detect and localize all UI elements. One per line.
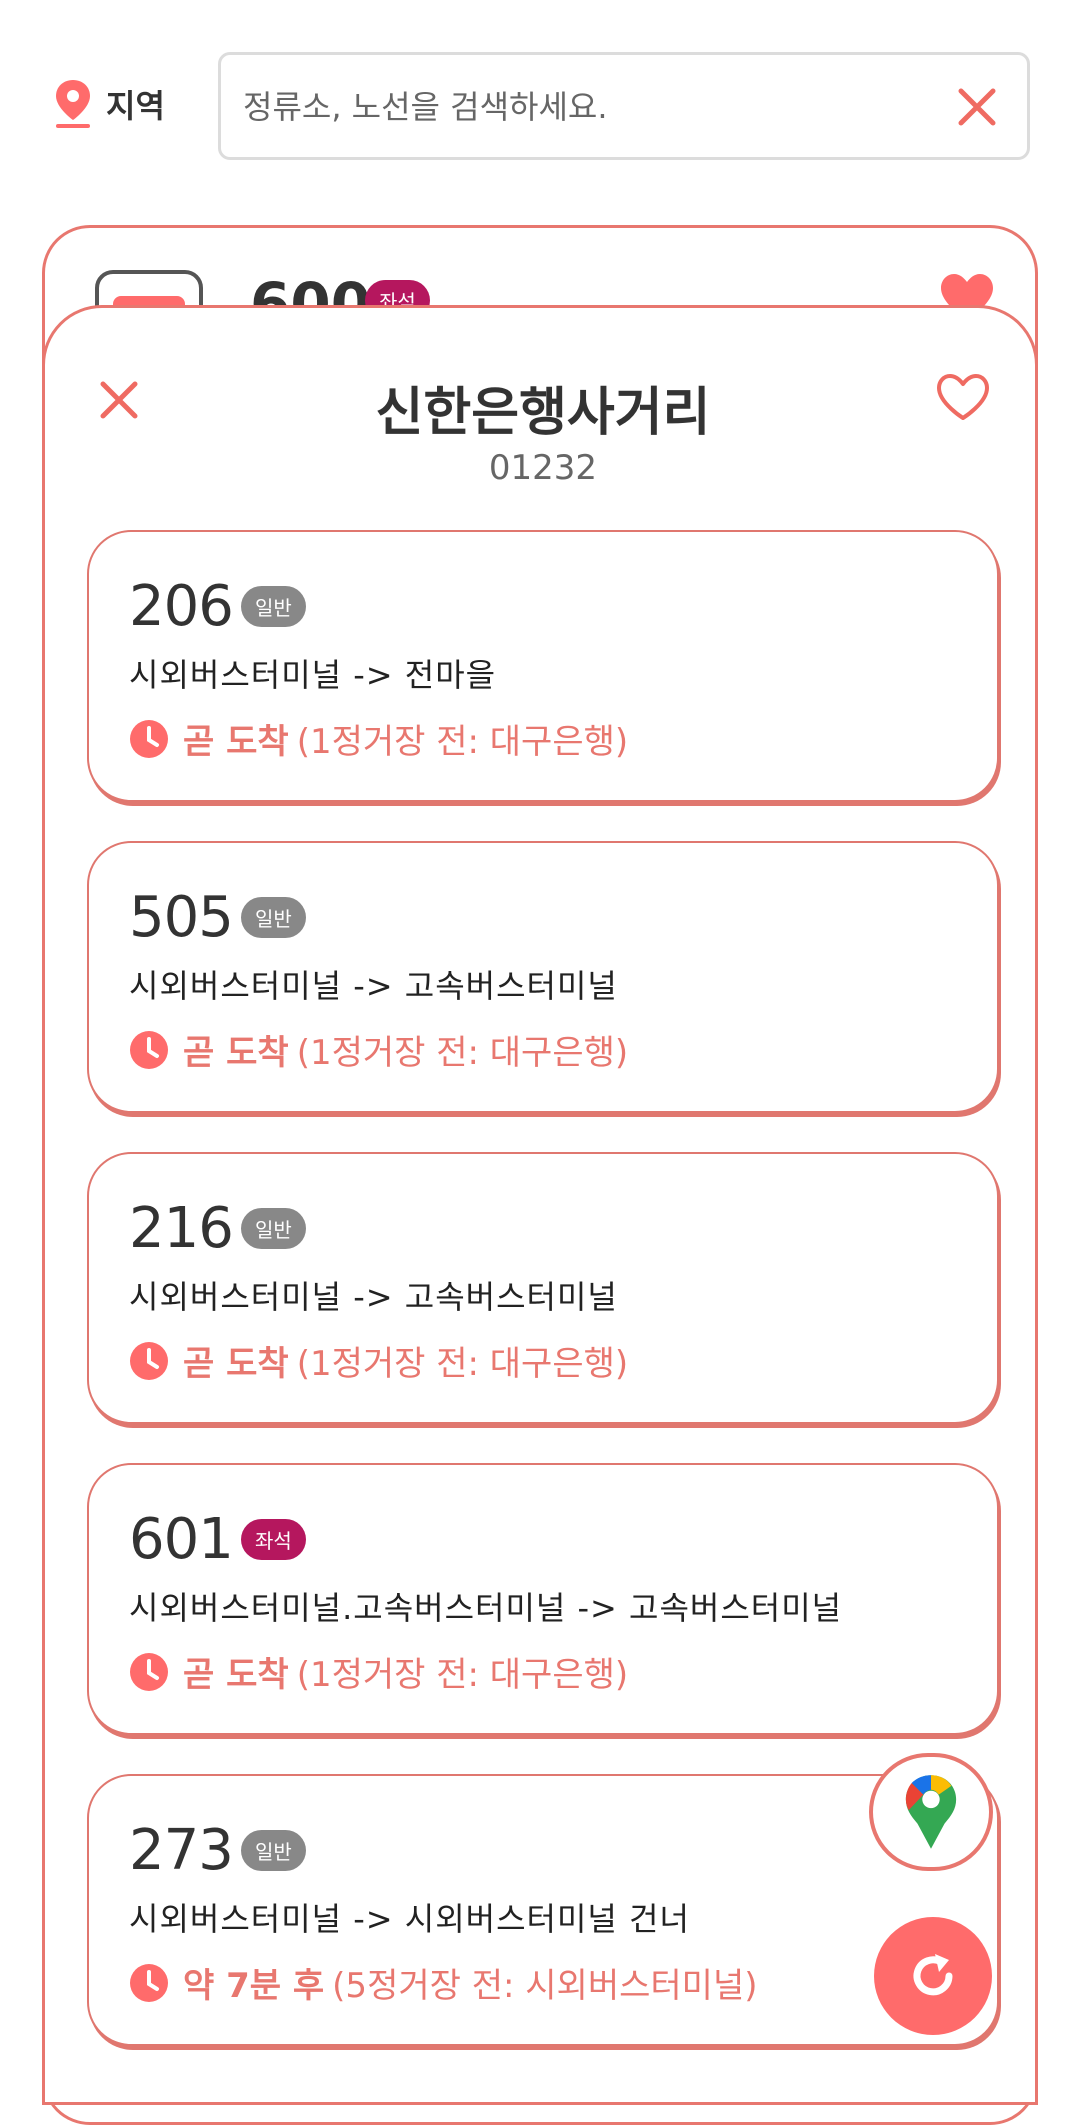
arrival-detail: (1정거장 전: 대구은행) xyxy=(296,722,629,762)
search-input[interactable] xyxy=(243,79,923,135)
arrival-time: 곧 도착 xyxy=(183,1655,289,1695)
arrival-detail: (1정거장 전: 대구은행) xyxy=(296,1655,629,1695)
route-direction: 시외버스터미널 -> 시외버스터미널 건너 xyxy=(129,1900,690,1938)
arrival-time: 곧 도착 xyxy=(183,1033,289,1073)
heart-icon[interactable] xyxy=(935,372,991,422)
arrival-info: 곧 도착 (1정거장 전: 대구은행) xyxy=(129,1025,628,1074)
google-maps-icon xyxy=(905,1775,957,1849)
bus-arrival-card[interactable]: 505 일반 시외버스터미널 -> 고속버스터미널 곧 도착 (1정거장 전: … xyxy=(87,841,999,1113)
route-type-badge: 좌석 xyxy=(241,1519,306,1560)
bus-arrival-card[interactable]: 216 일반 시외버스터미널 -> 고속버스터미널 곧 도착 (1정거장 전: … xyxy=(87,1152,999,1424)
arrival-time: 약 7분 후 xyxy=(183,1966,325,2006)
close-icon[interactable] xyxy=(955,85,999,129)
route-number: 273 xyxy=(129,1818,234,1883)
google-maps-button[interactable] xyxy=(869,1753,993,1871)
arrival-time: 곧 도착 xyxy=(183,1344,289,1384)
route-number: 505 xyxy=(129,885,234,950)
bus-arrival-card[interactable]: 206 일반 시외버스터미널 -> 전마을 곧 도착 (1정거장 전: 대구은행… xyxy=(87,530,999,802)
arrival-info: 곧 도착 (1정거장 전: 대구은행) xyxy=(129,714,628,763)
route-number: 601 xyxy=(129,1507,234,1572)
route-number: 216 xyxy=(129,1196,234,1261)
clock-icon xyxy=(130,1341,168,1380)
stop-id: 01232 xyxy=(488,448,598,488)
clock-icon xyxy=(130,719,168,758)
arrival-info: 곧 도착 (1정거장 전: 대구은행) xyxy=(129,1336,628,1385)
bus-arrival-card[interactable]: 273 일반 시외버스터미널 -> 시외버스터미널 건너 약 7분 후 (5정거… xyxy=(87,1774,999,2046)
arrival-info: 곧 도착 (1정거장 전: 대구은행) xyxy=(129,1647,628,1696)
region-label: 지역 xyxy=(106,87,165,125)
route-type-badge: 일반 xyxy=(241,897,306,938)
route-number: 206 xyxy=(129,574,234,639)
refresh-icon xyxy=(913,1954,953,1996)
route-direction: 시외버스터미널.고속버스터미널 -> 고속버스터미널 xyxy=(129,1589,843,1627)
route-direction: 시외버스터미널 -> 고속버스터미널 xyxy=(129,1278,618,1316)
arrival-info: 약 7분 후 (5정거장 전: 시외버스터미널) xyxy=(129,1958,757,2007)
search-box[interactable] xyxy=(218,52,1030,160)
route-type-badge: 일반 xyxy=(241,1830,306,1871)
arrival-time: 곧 도착 xyxy=(183,722,289,762)
route-type-badge: 일반 xyxy=(241,586,306,627)
route-direction: 시외버스터미널 -> 고속버스터미널 xyxy=(129,967,618,1005)
arrival-detail: (5정거장 전: 시외버스터미널) xyxy=(332,1966,758,2006)
top-bar: 지역 xyxy=(0,0,1080,170)
arrival-detail: (1정거장 전: 대구은행) xyxy=(296,1344,629,1384)
location-pin-icon xyxy=(56,80,90,128)
route-type-badge: 일반 xyxy=(241,1208,306,1249)
clock-icon xyxy=(130,1030,168,1069)
clock-icon xyxy=(130,1652,168,1691)
bus-arrival-card[interactable]: 601 좌석 시외버스터미널.고속버스터미널 -> 고속버스터미널 곧 도착 (… xyxy=(87,1463,999,1735)
region-selector[interactable]: 지역 xyxy=(52,78,165,130)
stop-name: 신한은행사거리 xyxy=(375,383,711,443)
clock-icon xyxy=(130,1963,168,2002)
refresh-button[interactable] xyxy=(874,1917,992,2035)
arrival-detail: (1정거장 전: 대구은행) xyxy=(296,1033,629,1073)
route-direction: 시외버스터미널 -> 전마을 xyxy=(129,656,497,694)
